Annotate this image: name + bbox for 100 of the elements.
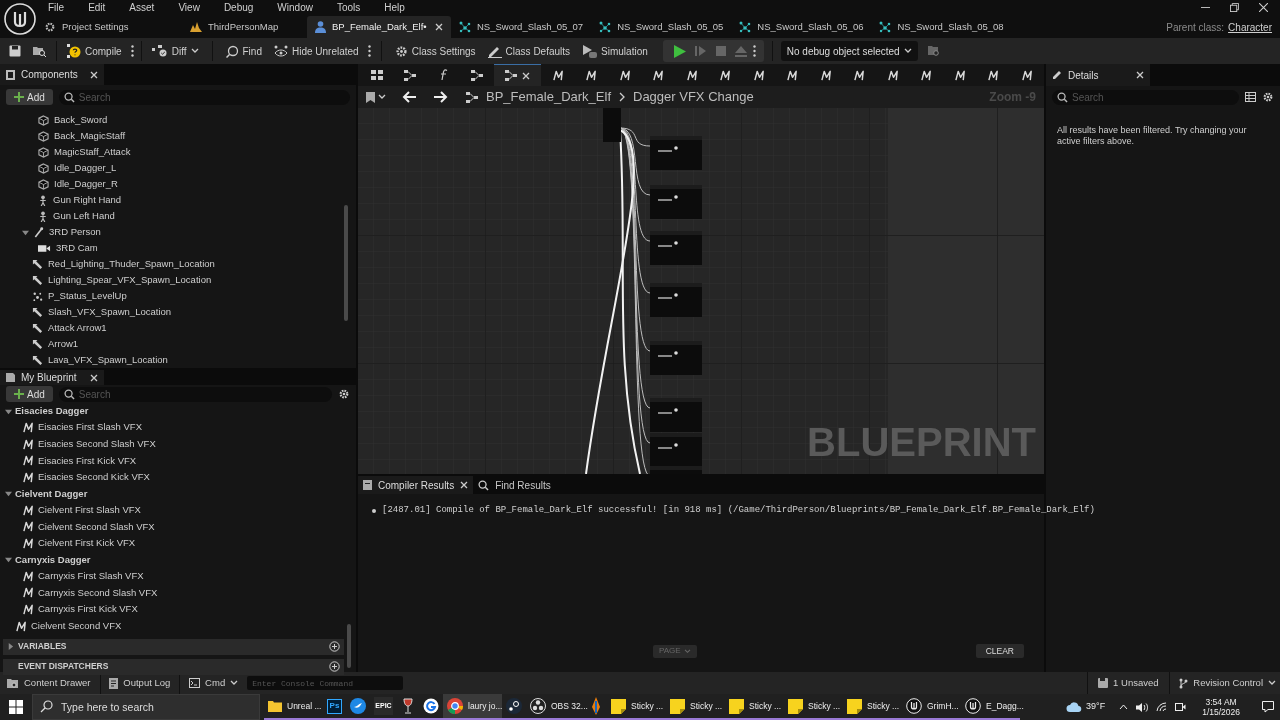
breadcrumb-item[interactable]: BP_Female_Dark_Elf xyxy=(486,87,611,107)
search-field[interactable]: Search xyxy=(58,89,350,105)
menu-item[interactable]: Asset xyxy=(123,0,161,15)
macro-item[interactable]: Carnyxis First Slash VFX xyxy=(38,569,144,584)
graph-node[interactable] xyxy=(650,231,702,265)
menu-item[interactable]: File xyxy=(42,0,71,15)
add-button[interactable]: Add xyxy=(6,386,53,402)
debug-object-dropdown[interactable]: No debug object selected xyxy=(780,41,918,61)
diff-button[interactable]: Diff xyxy=(146,41,204,61)
graph-tab[interactable] xyxy=(494,64,542,86)
breadcrumb-item[interactable]: Dagger VFX Change xyxy=(633,87,754,107)
class-defaults-button[interactable]: Class Defaults xyxy=(482,41,576,61)
clear-button[interactable]: CLEAR xyxy=(975,644,1024,658)
taskbar-search-field[interactable]: Type here to search xyxy=(32,694,260,720)
panel-tab[interactable]: My Blueprint xyxy=(0,370,104,385)
taskbar-app-button[interactable]: OBS 32... xyxy=(526,694,585,720)
console-input[interactable]: Enter Console Command xyxy=(247,676,404,690)
component-item[interactable]: Idle_Dagger_L xyxy=(54,160,117,176)
component-item[interactable]: 3RD Person xyxy=(49,224,101,240)
menu-item[interactable]: Help xyxy=(378,0,411,15)
component-item[interactable]: 3RD Cam xyxy=(56,240,98,256)
cmd-dropdown[interactable]: Cmd xyxy=(186,675,242,691)
macro-item[interactable]: Carnyxis Second Slash VFX xyxy=(38,585,158,600)
component-item[interactable]: Idle_Dagger_R xyxy=(54,176,118,192)
simulation-button[interactable]: Simulation xyxy=(577,41,653,61)
macro-item[interactable]: Eisacies First Kick VFX xyxy=(38,453,137,468)
category-header[interactable]: Cielvent Dagger xyxy=(15,486,88,501)
unsaved-button[interactable]: 1 Unsaved xyxy=(1098,675,1159,691)
search-field[interactable]: Search xyxy=(1052,89,1239,105)
graph-node[interactable] xyxy=(650,185,702,219)
graph-node[interactable] xyxy=(603,108,621,142)
panel-tab[interactable]: Details xyxy=(1046,64,1150,86)
forward-button[interactable] xyxy=(434,91,448,103)
component-item[interactable]: P_Status_LevelUp xyxy=(48,288,127,304)
document-tab[interactable]: ThirdPersonMap xyxy=(182,16,307,38)
graph-node[interactable] xyxy=(650,341,702,375)
menu-item[interactable]: Edit xyxy=(82,0,112,15)
document-tab[interactable]: NS_Sword_Slash_05_07 xyxy=(451,16,592,38)
taskbar-app-button[interactable]: Sticky ... xyxy=(784,694,843,720)
document-tab[interactable]: Project Settings xyxy=(36,16,182,38)
component-item[interactable]: Gun Right Hand xyxy=(53,192,122,208)
panel-tab[interactable]: Components xyxy=(0,64,104,86)
macro-item[interactable]: Carnyxis First Kick VFX xyxy=(38,602,138,617)
taskbar-app-button[interactable]: Sticky ... xyxy=(843,694,902,720)
component-item[interactable]: Gun Left Hand xyxy=(53,208,115,224)
taskbar-app-button[interactable]: Sticky ... xyxy=(725,694,784,720)
content-drawer-button[interactable]: Content Drawer xyxy=(4,675,94,691)
compile-button[interactable]: Compile xyxy=(62,41,127,61)
component-item[interactable]: Lava_VFX_Spawn_Location xyxy=(48,352,168,368)
macro-item[interactable]: Eisacies Second Slash VFX xyxy=(38,436,156,452)
component-item[interactable]: Slash_VFX_Spawn_Location xyxy=(48,304,172,320)
scrollbar[interactable] xyxy=(344,205,348,321)
macro-item[interactable]: Cielvent Second VFX xyxy=(31,619,122,634)
back-button[interactable] xyxy=(402,91,416,103)
component-item[interactable]: Back_MagicStaff xyxy=(54,128,126,144)
section-header[interactable]: EVENT DISPATCHERS xyxy=(3,658,344,675)
class-settings-button[interactable]: Class Settings xyxy=(389,41,481,61)
revision-control-button[interactable]: Revision Control xyxy=(1179,675,1276,691)
macro-item[interactable]: Cielvent First Slash VFX xyxy=(38,502,141,518)
menu-item[interactable]: Debug xyxy=(217,0,260,15)
component-item[interactable]: Lighting_Spear_VFX_Spawn_Location xyxy=(48,272,212,288)
document-tab[interactable]: NS_Sword_Slash_05_06 xyxy=(731,16,872,38)
category-header[interactable]: Carnyxis Dagger xyxy=(15,552,91,567)
parent-class-link[interactable]: Character xyxy=(1228,19,1272,35)
taskbar-app-button[interactable]: Sticky ... xyxy=(666,694,725,720)
component-item[interactable]: Attack Arrow1 xyxy=(48,320,107,336)
component-item[interactable]: MagicStaff_Attack xyxy=(54,144,131,160)
panel-tab[interactable]: Compiler Results xyxy=(358,476,474,494)
menu-item[interactable]: Tools xyxy=(330,0,367,15)
output-log-button[interactable]: Output Log xyxy=(106,675,174,691)
macro-item[interactable]: Cielvent First Kick VFX xyxy=(38,536,136,551)
menu-item[interactable]: Window xyxy=(271,0,319,15)
find-button[interactable]: Find xyxy=(220,41,267,61)
add-button[interactable]: Add xyxy=(6,89,53,106)
component-item[interactable]: Red_Lighting_Thuder_Spawn_Location xyxy=(48,256,215,272)
document-tab[interactable]: BP_Female_Dark_Elf• xyxy=(307,16,451,38)
taskbar-app-button[interactable]: Unreal ... xyxy=(264,694,323,720)
weather-widget[interactable]: 39°F xyxy=(1066,700,1106,714)
category-header[interactable]: Eisacies Dagger xyxy=(15,403,89,419)
graph-node[interactable] xyxy=(650,283,702,317)
macro-item[interactable]: Eisacies Second Kick VFX xyxy=(38,470,150,485)
scrollbar[interactable] xyxy=(347,624,351,668)
taskbar-app-button[interactable]: GrimH... xyxy=(902,694,961,720)
graph-node[interactable] xyxy=(650,398,702,432)
component-item[interactable]: Arrow1 xyxy=(48,336,79,352)
bookmark-dropdown[interactable] xyxy=(366,91,386,103)
menu-item[interactable]: View xyxy=(172,0,206,15)
document-tab[interactable]: NS_Sword_Slash_05_08 xyxy=(871,16,1012,38)
taskbar-app-button[interactable]: laury jo... xyxy=(443,694,502,720)
hide-unrelated-button[interactable]: Hide Unrelated xyxy=(268,41,364,61)
taskbar-app-button[interactable]: Sticky ... xyxy=(607,694,666,720)
graph-node[interactable] xyxy=(650,136,702,170)
document-tab[interactable]: NS_Sword_Slash_05_05 xyxy=(591,16,732,38)
component-item[interactable]: Back_Sword xyxy=(54,112,108,128)
taskbar-app-button[interactable]: Ps xyxy=(323,694,346,720)
panel-tab[interactable]: Find Results xyxy=(473,476,578,494)
macro-item[interactable]: Cielvent Second Slash VFX xyxy=(38,519,155,534)
section-header[interactable]: VARIABLES xyxy=(3,638,344,655)
clock[interactable]: 3:54 AM 1/15/2026 xyxy=(1202,697,1240,717)
macro-item[interactable]: Eisacies First Slash VFX xyxy=(38,420,142,435)
